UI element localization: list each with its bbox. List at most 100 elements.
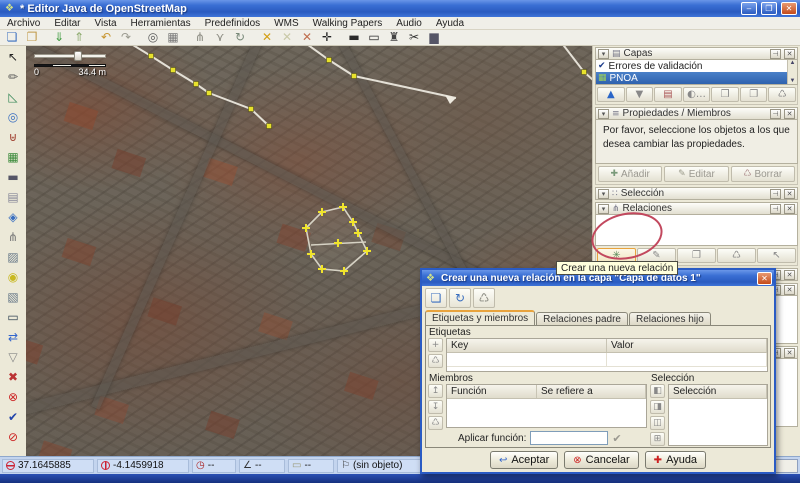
member-delete-button[interactable]: ♺ [428, 416, 443, 430]
delete-relation-button[interactable]: ♺ [473, 288, 495, 308]
tags-toggle-button[interactable]: ◈ [3, 207, 23, 226]
transit-button[interactable]: ▭ [364, 30, 384, 45]
menu-wms[interactable]: WMS [267, 17, 305, 30]
key-column-header[interactable]: Key [447, 339, 607, 352]
zoom-slider[interactable] [34, 51, 106, 61]
tab-relaciones-padre[interactable]: Relaciones padre [536, 312, 628, 325]
validation-error-button[interactable]: ⊗ [3, 387, 23, 406]
extrude-tool-button[interactable]: ▬ [3, 167, 23, 186]
role-column-header[interactable]: Función [447, 385, 537, 398]
apply-changes-button[interactable]: ❏ [425, 288, 447, 308]
measure-tool-button[interactable]: ◺ [3, 87, 23, 106]
selected-building-way[interactable] [306, 207, 367, 271]
selection-table[interactable]: Selección [668, 384, 768, 446]
collapse-icon[interactable]: ▾ [598, 109, 609, 119]
refresh-button[interactable]: ↻ [230, 30, 250, 45]
draw-node-tool-button[interactable]: ✏ [3, 67, 23, 86]
pick-tool-2-button[interactable]: ✕ [277, 30, 297, 45]
tab-relaciones-hijo[interactable]: Relaciones hijo [629, 312, 711, 325]
collapse-icon[interactable]: ▾ [598, 49, 609, 59]
zoom-slider-thumb[interactable] [74, 51, 82, 61]
close-icon[interactable]: ✕ [784, 109, 795, 119]
upload-data-button[interactable]: ⇑ [69, 30, 89, 45]
relation-toggle-button[interactable]: ⋔ [3, 227, 23, 246]
menu-walking-papers[interactable]: Walking Papers [306, 17, 390, 30]
scroll-up-icon[interactable]: ▲ [790, 60, 796, 66]
delete-relation-button[interactable]: ♺ [717, 248, 756, 263]
amenity-button[interactable]: ♜ [384, 30, 404, 45]
map-style-button[interactable]: ▧ [3, 287, 23, 306]
maximize-button[interactable]: ❐ [761, 2, 777, 15]
way-nodes[interactable] [149, 54, 587, 129]
dialog-close-button[interactable]: ✕ [757, 272, 772, 285]
add-selection-tail-button[interactable]: ⊞ [650, 432, 665, 446]
layer-merge-button[interactable]: ❒ [711, 87, 739, 102]
download-data-button[interactable]: ⇓ [49, 30, 69, 45]
close-icon[interactable]: ✕ [784, 189, 795, 199]
close-icon[interactable]: ✕ [784, 270, 795, 280]
layers-scrollbar[interactable]: ▲ ▼ [787, 60, 797, 84]
apply-role-input[interactable] [530, 431, 608, 445]
layer-down-button[interactable]: ▼ [626, 87, 654, 102]
help-button[interactable]: ✚ Ayuda [645, 451, 706, 469]
delete-property-button[interactable]: ♺ Borrar [731, 166, 795, 182]
layer-delete-button[interactable]: ♺ [768, 87, 796, 102]
window-titlebar[interactable]: ❖ * Editor Java de OpenStreetMap – ❐ ✕ [0, 0, 800, 17]
validation-check-button[interactable]: ✔ [3, 407, 23, 426]
select-tool-button[interactable]: ↖ [3, 47, 23, 66]
way-line[interactable] [209, 93, 269, 126]
pin-icon[interactable]: ⊣ [770, 189, 781, 199]
close-icon[interactable]: ✕ [784, 285, 795, 295]
new-layer-button[interactable]: ❏ [2, 30, 22, 45]
pick-tool-1-button[interactable]: ✕ [257, 30, 277, 45]
layer-opacity-button[interactable]: ◐… [683, 87, 711, 102]
zoom-tool-button[interactable]: ◎ [3, 107, 23, 126]
tab-etiquetas-y-miembros[interactable]: Etiquetas y miembros [425, 310, 535, 325]
no-entry-button[interactable]: ⊘ [3, 427, 23, 446]
add-selection-head-button[interactable]: ◫ [650, 416, 665, 430]
layer-row-validation-errors[interactable]: ✔ Errores de validación [596, 60, 797, 72]
command-stack-button[interactable]: ▭ [3, 307, 23, 326]
collapse-icon[interactable]: ▾ [598, 189, 609, 199]
minimize-button[interactable]: – [741, 2, 757, 15]
pin-icon[interactable]: ⊣ [770, 204, 781, 214]
menu-editar[interactable]: Editar [47, 17, 87, 30]
member-move-up-button[interactable]: ↥ [428, 384, 443, 398]
conflict-button[interactable]: ⇄ [3, 327, 23, 346]
close-icon[interactable]: ✕ [784, 49, 795, 59]
undo-button[interactable]: ↶ [96, 30, 116, 45]
apply-role-confirm-icon[interactable]: ✔ [612, 432, 621, 445]
layer-activate-button[interactable]: ▤ [654, 87, 682, 102]
duplicate-relation-button[interactable]: ❐ [677, 248, 716, 263]
menu-ayuda[interactable]: Ayuda [429, 17, 471, 30]
car-routing-button[interactable]: ▬ [344, 30, 364, 45]
marker-toggle-button[interactable]: ◉ [3, 267, 23, 286]
open-file-button[interactable]: ❐ [22, 30, 42, 45]
add-selection-after-button[interactable]: ◨ [650, 400, 665, 414]
members-table[interactable]: Función Se refiere a [446, 384, 647, 428]
selection-column-header[interactable]: Selección [669, 385, 767, 398]
pin-icon[interactable]: ⊣ [770, 109, 781, 119]
refresh-relation-button[interactable]: ↻ [449, 288, 471, 308]
menu-audio[interactable]: Audio [389, 17, 429, 30]
layers-toggle-button[interactable]: ▤ [3, 187, 23, 206]
pick-tool-3-button[interactable]: ✕ [297, 30, 317, 45]
node-tool-button[interactable]: ⋎ [210, 30, 230, 45]
delete-tool-button[interactable]: ⊎ [3, 127, 23, 146]
select-relation-button[interactable]: ↖ [757, 248, 796, 263]
cancel-button[interactable]: ⊗ Cancelar [564, 451, 638, 469]
filter-button[interactable]: ▽ [3, 347, 23, 366]
zoom-slider-track[interactable] [34, 54, 106, 58]
ok-button[interactable]: ↩ Aceptar [490, 451, 558, 469]
close-icon[interactable]: ✕ [784, 348, 795, 358]
scroll-down-icon[interactable]: ▼ [790, 78, 796, 84]
layer-row-pnoa[interactable]: ▦ PNOA [596, 72, 797, 84]
value-column-header[interactable]: Valor [607, 339, 767, 352]
add-property-button[interactable]: ✚ Añadir [598, 166, 662, 182]
way-line[interactable] [304, 46, 456, 98]
tag-empty-row[interactable] [447, 353, 767, 367]
menu-predefinidos[interactable]: Predefinidos [198, 17, 268, 30]
improve-accuracy-button[interactable]: ▦ [3, 147, 23, 166]
purge-button[interactable]: ✖ [3, 367, 23, 386]
refers-column-header[interactable]: Se refiere a [537, 385, 646, 398]
